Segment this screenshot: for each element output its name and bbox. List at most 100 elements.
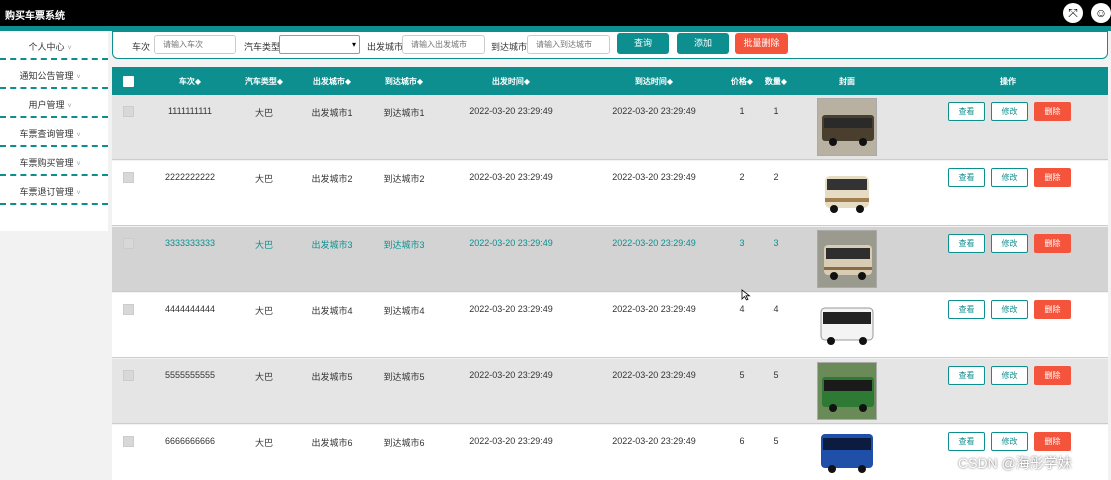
table-header: 车次◆ 汽车类型◆ 出发城市◆ 到达城市◆ 出发时间◆ 到达时间◆ 价格◆ 数量… [112,67,1108,95]
row-checkbox[interactable] [123,370,134,381]
row-checkbox[interactable] [123,304,134,315]
delete-button[interactable]: 删除 [1034,168,1071,187]
add-button[interactable]: 添加 [677,33,729,54]
cell-arrive-city: 到达城市1 [383,108,425,118]
ticket-table: 车次◆ 汽车类型◆ 出发城市◆ 到达城市◆ 出发时间◆ 到达时间◆ 价格◆ 数量… [112,67,1108,480]
header-actions: 操作 [1000,77,1016,86]
cell-arrive-time: 2022-03-20 23:29:49 [612,172,696,182]
cell-train-no: 3333333333 [164,238,216,248]
cell-quantity: 3 [773,238,779,248]
sidebar-item-label: 个人中心 [28,42,65,52]
cell-price: 1 [739,106,745,116]
user-icon[interactable]: ☺ [1091,3,1111,23]
row-checkbox[interactable] [123,436,134,447]
view-button[interactable]: 查看 [948,432,985,451]
header-arrive-city[interactable]: 到达城市◆ [374,76,434,87]
row-checkbox[interactable] [123,238,134,249]
edit-button[interactable]: 修改 [991,234,1028,253]
edit-button[interactable]: 修改 [991,432,1028,451]
cell-bus-type: 大巴 [254,306,273,316]
sidebar-item-user-management[interactable]: 用户管理 ˅ [0,89,108,118]
query-button[interactable]: 查询 [617,33,669,54]
bus-cover-image [817,98,877,156]
cell-price: 4 [739,304,745,314]
cell-arrive-time: 2022-03-20 23:29:49 [612,304,696,314]
sidebar: 个人中心 ˅ 通知公告管理 ˅ 用户管理 ˅ 车票查询管理 ˅ 车票购买管理 ˅ 车票退订… [0,31,108,231]
edit-button[interactable]: 修改 [991,102,1028,121]
delete-button[interactable]: 删除 [1034,432,1071,451]
cell-bus-type: 大巴 [254,372,273,382]
fullscreen-icon[interactable]: ⤧ [1063,3,1083,23]
chevron-down-icon: ˅ [76,190,81,197]
view-button[interactable]: 查看 [948,168,985,187]
top-bar: 购买车票系统 ⤧ ☺ [0,0,1111,26]
sidebar-item-ticket-purchase[interactable]: 车票购买管理 ˅ [0,147,108,176]
delete-button[interactable]: 删除 [1034,234,1071,253]
select-all-checkbox[interactable] [123,76,134,87]
row-checkbox[interactable] [123,106,134,117]
bus-icon [818,363,876,419]
watermark: CSDN @海彤学妹 [958,455,1072,471]
header-depart-time[interactable]: 出发时间◆ [461,76,561,87]
table-row[interactable]: 1111111111 大巴 出发城市1 到达城市1 2022-03-20 23:… [112,95,1108,160]
delete-button[interactable]: 删除 [1034,366,1071,385]
cell-bus-type: 大巴 [254,438,273,448]
header-quantity[interactable]: 数量◆ [758,76,794,87]
app-title: 购买车票系统 [5,11,65,22]
view-button[interactable]: 查看 [948,102,985,121]
cell-bus-type: 大巴 [254,240,273,250]
bus-icon [817,428,877,480]
cell-depart-time: 2022-03-20 23:29:49 [469,106,553,116]
delete-button[interactable]: 删除 [1034,300,1071,319]
bus-type-select[interactable]: ▾ [279,35,360,54]
sidebar-item-label: 车票退订管理 [19,187,74,197]
view-button[interactable]: 查看 [948,234,985,253]
depart-city-input[interactable] [402,35,485,54]
table-row[interactable]: 3333333333 大巴 出发城市3 到达城市3 2022-03-20 23:… [112,227,1108,292]
chevron-down-icon: ˅ [76,74,81,81]
batch-delete-button[interactable]: 批量删除 [735,33,788,54]
header-arrive-time[interactable]: 到达时间◆ [604,76,704,87]
view-button[interactable]: 查看 [948,300,985,319]
cell-arrive-city: 到达城市3 [383,240,425,250]
bus-cover-image [817,230,877,288]
edit-button[interactable]: 修改 [991,366,1028,385]
cell-depart-city: 出发城市3 [311,240,353,250]
cell-quantity: 5 [773,370,779,380]
cell-depart-city: 出发城市4 [311,306,353,316]
mouse-cursor-icon [741,289,751,301]
cell-depart-city: 出发城市6 [311,438,353,448]
table-row[interactable]: 5555555555 大巴 出发城市5 到达城市5 2022-03-20 23:… [112,359,1108,424]
delete-button[interactable]: 删除 [1034,102,1071,121]
edit-button[interactable]: 修改 [991,168,1028,187]
cell-depart-time: 2022-03-20 23:29:49 [469,304,553,314]
cell-quantity: 5 [773,436,779,446]
header-depart-city[interactable]: 出发城市◆ [302,76,362,87]
bus-type-label: 汽车类型 [244,42,281,52]
table-row[interactable]: 4444444444 大巴 出发城市4 到达城市4 2022-03-20 23:… [112,293,1108,358]
chevron-down-icon: ˅ [67,45,72,52]
filter-bar: 车次 汽车类型 ▾ 出发城市 到达城市 查询 添加 批量删除 [112,31,1108,59]
arrive-city-input[interactable] [527,35,610,54]
cell-train-no: 5555555555 [164,370,216,380]
train-no-input[interactable] [154,35,236,54]
cell-arrive-time: 2022-03-20 23:29:49 [612,436,696,446]
cell-arrive-city: 到达城市5 [383,372,425,382]
header-price[interactable]: 价格◆ [724,76,760,87]
view-button[interactable]: 查看 [948,366,985,385]
header-bus-type[interactable]: 汽车类型◆ [236,76,292,87]
sidebar-item-label: 车票购买管理 [19,158,74,168]
row-checkbox[interactable] [123,172,134,183]
bus-cover-image [817,362,877,420]
edit-button[interactable]: 修改 [991,300,1028,319]
sidebar-item-ticket-refund[interactable]: 车票退订管理 ˅ [0,176,108,205]
sidebar-item-notice-management[interactable]: 通知公告管理 ˅ [0,60,108,89]
sidebar-item-ticket-query[interactable]: 车票查询管理 ˅ [0,118,108,147]
table-row[interactable]: 2222222222 大巴 出发城市2 到达城市2 2022-03-20 23:… [112,161,1108,226]
sidebar-item-label: 通知公告管理 [19,71,74,81]
bus-cover-image [817,296,877,354]
cell-depart-city: 出发城市2 [311,174,353,184]
cell-train-no: 4444444444 [164,304,216,314]
header-train-no[interactable]: 车次◆ [160,76,220,87]
sidebar-item-personal-center[interactable]: 个人中心 ˅ [0,31,108,60]
